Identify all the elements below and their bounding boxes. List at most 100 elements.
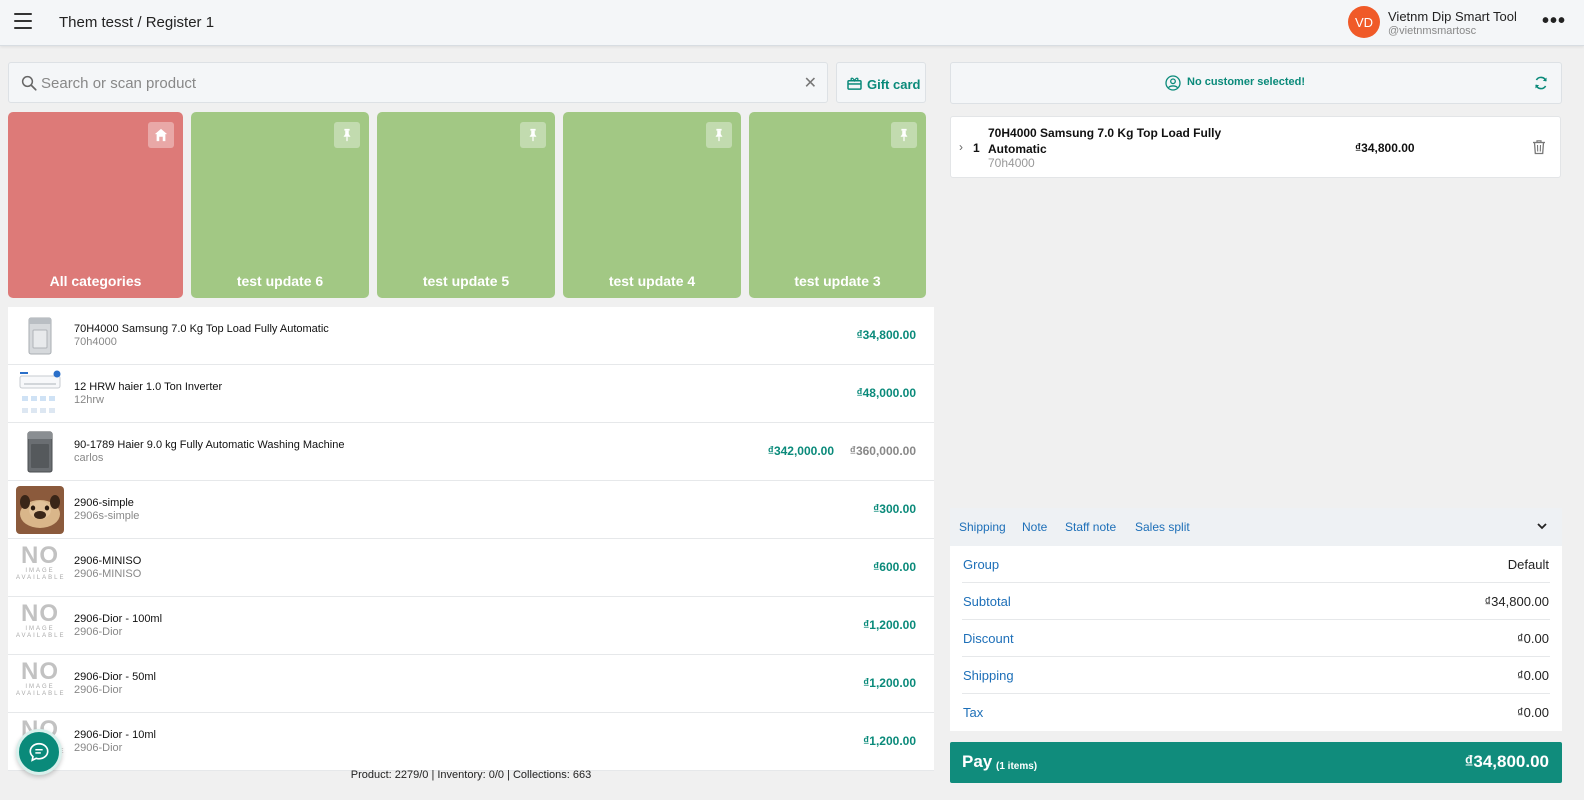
product-name: 12 HRW haier 1.0 Ton Inverter	[74, 381, 223, 393]
product-sku: 2906-Dior	[74, 742, 123, 754]
gift-card-label: Gift card	[867, 77, 921, 92]
avatar[interactable]: VD	[1348, 6, 1380, 38]
product-sku: 2906-MINISO	[74, 568, 142, 580]
category-name: test update 4	[608, 273, 696, 289]
product-sku: carlos	[74, 452, 104, 464]
summary-label: Subtotal	[963, 594, 1011, 609]
summary-label: Discount	[963, 631, 1014, 646]
product-row[interactable]: 12 HRW haier 1.0 Ton Inverter 12hrw ₫48,…	[8, 365, 934, 423]
product-price: ₫48,000.00	[856, 386, 916, 400]
tab-staff-note[interactable]: Staff note	[1065, 520, 1116, 534]
tab-note[interactable]: Note	[1022, 520, 1047, 534]
product-row[interactable]: NO IMAGE AVAILABLE 2906-Dior - 100ml 290…	[8, 597, 934, 655]
product-sale-price: ₫342,000.00	[767, 444, 834, 458]
pin-icon	[891, 122, 917, 148]
product-name: 70H4000 Samsung 7.0 Kg Top Load Fully Au…	[74, 323, 329, 335]
product-row[interactable]: 2906-simple 2906s-simple ₫300.00	[8, 481, 934, 539]
pay-label: Pay	[962, 752, 993, 771]
summary-value: Default	[1507, 557, 1549, 572]
home-icon	[148, 122, 174, 148]
category-name: All categories	[49, 273, 142, 289]
product-price: ₫300.00	[873, 502, 916, 516]
more-options-icon[interactable]: •••	[1542, 11, 1566, 31]
category-name: test update 5	[422, 273, 510, 289]
product-price: ₫600.00	[873, 560, 916, 574]
pay-button[interactable]: Pay (1 items) ₫34,800.00	[950, 742, 1562, 783]
product-image	[16, 428, 64, 476]
trash-icon[interactable]	[1532, 139, 1546, 155]
product-name: 90-1789 Haier 9.0 kg Fully Automatic Was…	[74, 439, 345, 451]
summary-label: Group	[963, 557, 1000, 572]
user-handle: @vietnmsmartosc	[1388, 25, 1477, 37]
search-input[interactable]	[41, 71, 781, 95]
category-name: test update 6	[236, 273, 324, 289]
summary-row-group[interactable]: Group Default	[962, 546, 1550, 583]
summary-value: ₫0.00	[1517, 705, 1549, 720]
tab-sales-split[interactable]: Sales split	[1135, 520, 1190, 534]
product-name: 2906-simple	[74, 497, 134, 509]
product-image	[16, 486, 64, 534]
product-row[interactable]: 90-1789 Haier 9.0 kg Fully Automatic Was…	[8, 423, 934, 481]
product-price: ₫1,200.00	[863, 734, 916, 748]
chevron-right-icon[interactable]: ›	[959, 140, 963, 154]
pay-amount: ₫34,800.00	[1464, 752, 1549, 771]
summary-label: Shipping	[963, 668, 1014, 683]
chat-icon[interactable]	[16, 729, 62, 775]
product-image	[16, 370, 64, 418]
no-image-placeholder: NO IMAGE AVAILABLE	[16, 660, 64, 697]
clear-search-icon[interactable]: ✕	[804, 73, 817, 93]
no-image-placeholder: NO IMAGE AVAILABLE	[16, 544, 64, 581]
summary-row-discount[interactable]: Discount ₫0.00	[962, 620, 1550, 657]
category-test-update-5[interactable]: test update 5	[377, 112, 555, 298]
tab-shipping[interactable]: Shipping	[959, 520, 1006, 534]
cart-item-name: 70H4000 Samsung 7.0 Kg Top Load Fully Au…	[988, 126, 1222, 156]
top-bar: Them tesst / Register 1 VD Vietnm Dip Sm…	[0, 0, 1584, 46]
product-name: 2906-Dior - 50ml	[74, 671, 156, 683]
user-name[interactable]: Vietnm Dip Smart Tool	[1388, 9, 1517, 24]
customer-bar: No customer selected!	[950, 62, 1562, 104]
summary-row-subtotal: Subtotal ₫34,800.00	[962, 583, 1550, 620]
search-bar: ✕	[8, 62, 828, 103]
select-customer-button[interactable]: No customer selected!	[1187, 76, 1305, 88]
gift-card-button[interactable]: Gift card	[836, 62, 926, 103]
sync-icon[interactable]	[1533, 75, 1549, 91]
product-row[interactable]: 70H4000 Samsung 7.0 Kg Top Load Fully Au…	[8, 307, 934, 365]
cart-line-item[interactable]: › 1 70H4000 Samsung 7.0 Kg Top Load Full…	[950, 116, 1561, 178]
breadcrumb: Them tesst / Register 1	[59, 14, 215, 31]
product-row[interactable]: NO IMAGE AVAILABLE 2906-Dior - 50ml 2906…	[8, 655, 934, 713]
summary-value: ₫0.00	[1517, 668, 1549, 683]
product-row[interactable]: NO IMAGE AVAILABLE 2906-MINISO 2906-MINI…	[8, 539, 934, 597]
chevron-down-icon[interactable]	[1536, 520, 1548, 532]
summary-value: ₫0.00	[1517, 631, 1549, 646]
category-all[interactable]: All categories	[8, 112, 183, 298]
product-name: 2906-Dior - 10ml	[74, 729, 156, 741]
catalog-stats: Product: 2279/0 | Inventory: 0/0 | Colle…	[350, 769, 592, 781]
category-test-update-6[interactable]: test update 6	[191, 112, 369, 298]
product-row[interactable]: NO IMAGE AVAILABLE 2906-Dior - 10ml 2906…	[8, 713, 934, 771]
cart-item-sku: 70h4000	[988, 156, 1035, 170]
product-name: 2906-Dior - 100ml	[74, 613, 163, 625]
order-options-tabs: Shipping Note Staff note Sales split	[950, 508, 1562, 546]
cart-item-price: ₫34,800.00	[1355, 141, 1415, 155]
pin-icon	[706, 122, 732, 148]
product-price: ₫34,800.00	[856, 328, 916, 342]
product-sku: 2906-Dior	[74, 684, 123, 696]
pin-icon	[520, 122, 546, 148]
summary-row-tax[interactable]: Tax ₫0.00	[962, 694, 1550, 731]
summary-label: Tax	[963, 705, 984, 720]
category-test-update-4[interactable]: test update 4	[563, 112, 741, 298]
product-list: 70H4000 Samsung 7.0 Kg Top Load Fully Au…	[8, 307, 934, 771]
summary-value: ₫34,800.00	[1484, 594, 1549, 609]
product-price: ₫1,200.00	[863, 676, 916, 690]
product-image	[16, 312, 64, 360]
product-original-price: ₫360,000.00	[849, 444, 916, 458]
hamburger-menu-icon[interactable]	[14, 13, 32, 31]
product-price: ₫1,200.00	[863, 618, 916, 632]
pay-item-count: (1 items)	[996, 761, 1038, 772]
order-summary: Group Default Subtotal ₫34,800.00 Discou…	[950, 546, 1562, 731]
summary-row-shipping[interactable]: Shipping ₫0.00	[962, 657, 1550, 694]
cart-item-quantity: 1	[973, 141, 980, 155]
gift-icon	[847, 77, 862, 90]
product-sku: 12hrw	[74, 394, 104, 406]
category-test-update-3[interactable]: test update 3	[749, 112, 926, 298]
